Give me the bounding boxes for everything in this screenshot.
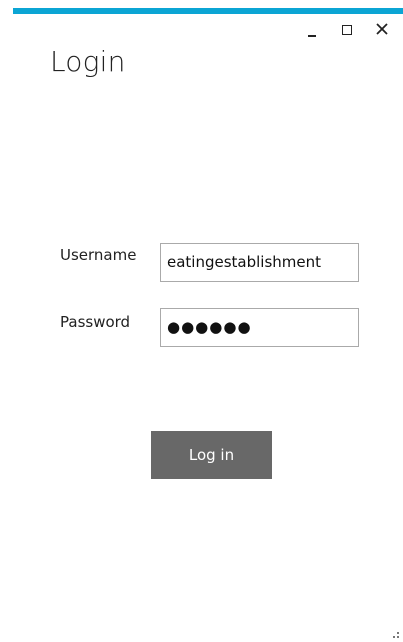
close-icon[interactable] [375,22,391,38]
login-button[interactable]: Log in [151,431,272,479]
password-label: Password [60,313,131,331]
window-controls [305,22,391,38]
maximize-icon[interactable] [340,22,356,38]
login-window: Login Username eatingestablishment Passw… [0,0,403,642]
username-label: Username [60,246,137,264]
page-title: Login [50,45,126,78]
resize-grip-icon[interactable] [393,630,399,638]
password-field[interactable]: ●●●●●● [160,308,359,347]
username-field[interactable]: eatingestablishment [160,243,359,282]
minimize-icon[interactable] [305,22,321,38]
window-accent-bar [13,8,403,14]
